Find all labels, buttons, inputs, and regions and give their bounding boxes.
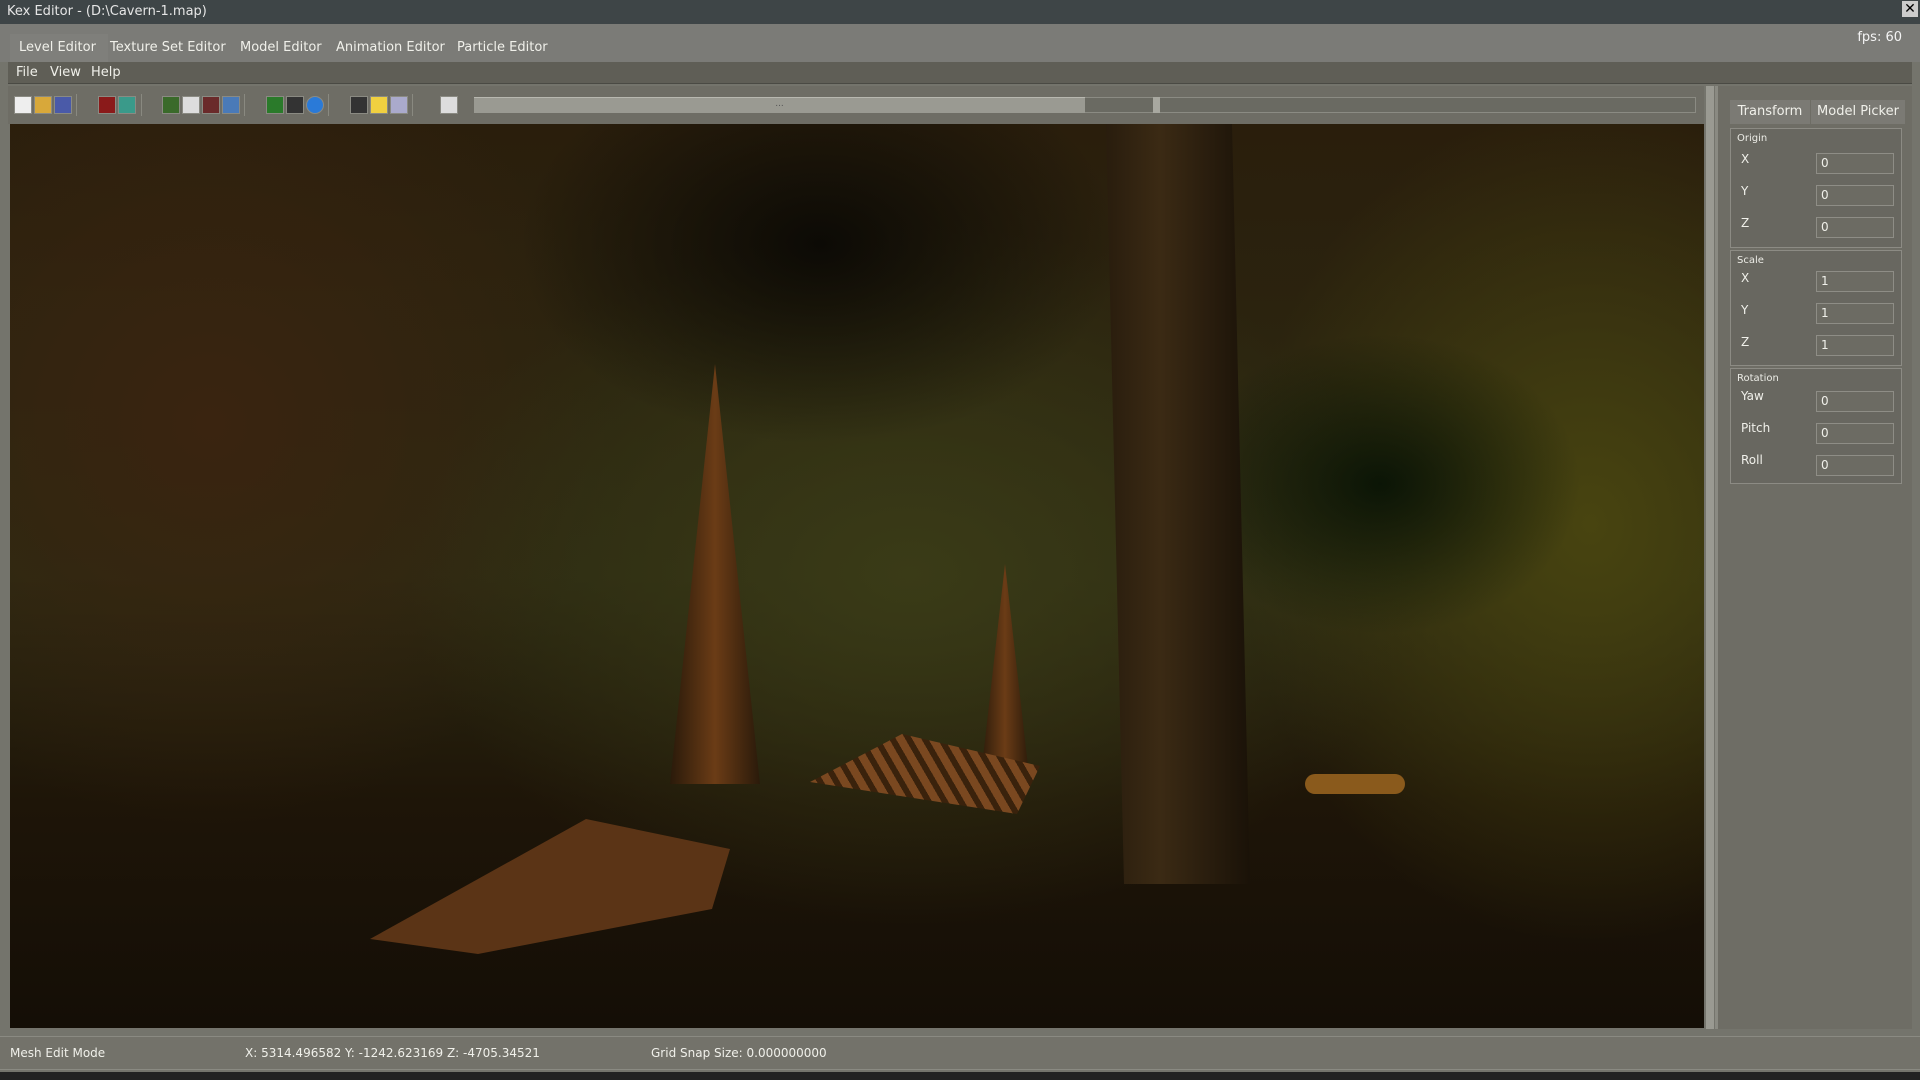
toolbar-separator xyxy=(141,94,142,116)
export-icon[interactable] xyxy=(350,96,368,114)
stalagmite xyxy=(670,364,760,784)
field-label: Yaw xyxy=(1741,389,1764,403)
field-label: Z xyxy=(1741,335,1750,349)
field-label: Y xyxy=(1741,303,1749,317)
tree-icon[interactable] xyxy=(266,96,284,114)
open-folder-icon[interactable] xyxy=(34,96,52,114)
origin-z-input[interactable]: 0 xyxy=(1816,217,1894,238)
3d-viewport[interactable] xyxy=(10,124,1704,1028)
group-title: Origin xyxy=(1737,133,1768,144)
field-label: Y xyxy=(1741,184,1749,198)
scrollbar-thumb[interactable]: ... xyxy=(474,97,1085,113)
tab-transform[interactable]: Transform xyxy=(1730,100,1810,124)
group-title: Scale xyxy=(1737,255,1764,266)
menu-bar: File View Help xyxy=(8,62,1912,84)
menu-file[interactable]: File xyxy=(16,65,38,80)
stairs-icon[interactable] xyxy=(286,96,304,114)
origin-x-input[interactable]: 0 xyxy=(1816,153,1894,174)
menu-view[interactable]: View xyxy=(50,65,81,80)
field-label: X xyxy=(1741,271,1750,285)
group-title: Rotation xyxy=(1737,373,1779,384)
side-panel: Transform Model Picker Origin X 0 Y 0 Z … xyxy=(1715,86,1912,1029)
delete-box-icon[interactable] xyxy=(202,96,220,114)
new-file-icon[interactable] xyxy=(14,96,32,114)
roll-input[interactable]: 0 xyxy=(1816,455,1894,476)
cube-icon[interactable] xyxy=(98,96,116,114)
field-label: Roll xyxy=(1741,453,1763,467)
tab-model-editor[interactable]: Model Editor xyxy=(240,34,322,62)
scale-group: Scale X 1 Y 1 Z 1 xyxy=(1730,250,1902,366)
cursor-coords: X: 5314.496582 Y: -1242.623169 Z: -4705.… xyxy=(245,1046,540,1060)
title-bar: Kex Editor - (D:\Cavern-1.map) xyxy=(0,0,1920,24)
no-tree-icon[interactable] xyxy=(162,96,180,114)
field-label: X xyxy=(1741,152,1750,166)
editor-tabs: Level Editor Texture Set Editor Model Ed… xyxy=(0,24,1920,62)
scale-y-input[interactable]: 1 xyxy=(1816,303,1894,324)
panel-splitter[interactable] xyxy=(1706,86,1714,1029)
scale-x-input[interactable]: 1 xyxy=(1816,271,1894,292)
sun-icon[interactable] xyxy=(370,96,388,114)
picture-icon[interactable] xyxy=(118,96,136,114)
slider-handle[interactable] xyxy=(1153,97,1160,113)
toolbar-separator xyxy=(328,94,329,116)
tab-animation-editor[interactable]: Animation Editor xyxy=(336,34,445,62)
pitch-input[interactable]: 0 xyxy=(1816,423,1894,444)
fps-counter: fps: 60 xyxy=(1857,30,1902,45)
toolbar-separator xyxy=(244,94,245,116)
tab-level-editor[interactable]: Level Editor xyxy=(10,34,108,62)
origin-group: Origin X 0 Y 0 Z 0 xyxy=(1730,128,1902,248)
bone-model xyxy=(1305,774,1405,794)
yaw-input[interactable]: 0 xyxy=(1816,391,1894,412)
tab-model-picker[interactable]: Model Picker xyxy=(1811,100,1905,124)
tab-particle-editor[interactable]: Particle Editor xyxy=(457,34,548,62)
save-icon[interactable] xyxy=(54,96,72,114)
window-icon[interactable] xyxy=(182,96,200,114)
field-label: Z xyxy=(1741,216,1750,230)
grid-icon[interactable] xyxy=(440,96,458,114)
grid-snap-status: Grid Snap Size: 0.000000000 xyxy=(651,1046,827,1060)
edit-mode-status: Mesh Edit Mode xyxy=(10,1046,106,1060)
toolbar-separator xyxy=(412,94,413,116)
grid-layout-icon[interactable] xyxy=(390,96,408,114)
field-label: Pitch xyxy=(1741,421,1771,435)
origin-y-input[interactable]: 0 xyxy=(1816,185,1894,206)
tab-texture-set-editor[interactable]: Texture Set Editor xyxy=(110,34,226,62)
scale-z-input[interactable]: 1 xyxy=(1816,335,1894,356)
rotation-group: Rotation Yaw 0 Pitch 0 Roll 0 xyxy=(1730,368,1902,484)
close-button[interactable]: ✕ xyxy=(1902,1,1918,17)
delete-sphere-icon[interactable] xyxy=(222,96,240,114)
rock-pillar xyxy=(1106,124,1250,884)
toolbar-separator xyxy=(76,94,77,116)
bottom-edge xyxy=(0,1072,1920,1080)
skull-bone-model xyxy=(370,819,730,954)
arrow-circle-icon[interactable] xyxy=(306,96,324,114)
menu-help[interactable]: Help xyxy=(91,65,121,80)
status-bar: Mesh Edit Mode X: 5314.496582 Y: -1242.6… xyxy=(0,1036,1920,1070)
stalagmite xyxy=(980,564,1030,784)
window-title: Kex Editor - (D:\Cavern-1.map) xyxy=(7,4,207,19)
